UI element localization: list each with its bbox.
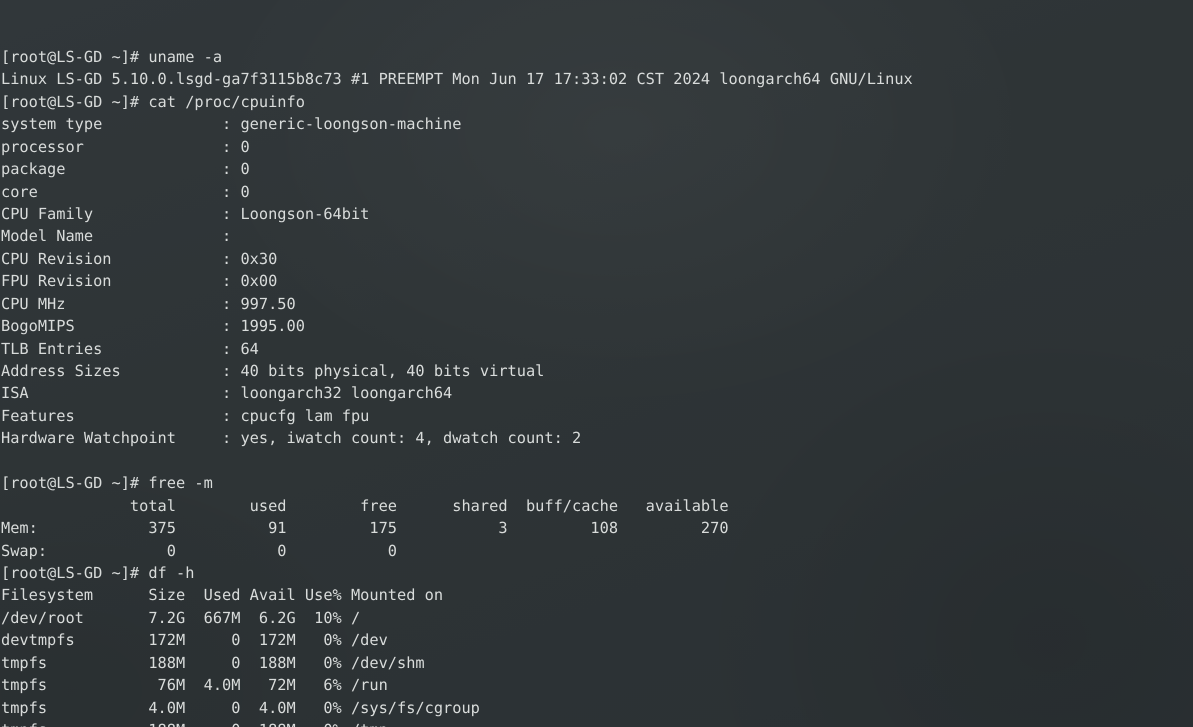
terminal-line: Address Sizes : 40 bits physical, 40 bit… <box>1 362 545 381</box>
terminal-line: Features : cpucfg lam fpu <box>1 406 370 425</box>
terminal-line: Linux LS-GD 5.10.0.lsgd-ga7f3115b8c73 #1… <box>1 70 913 89</box>
terminal-line: TLB Entries : 64 <box>1 339 259 358</box>
terminal-line: ISA : loongarch32 loongarch64 <box>1 384 453 403</box>
terminal-scrollback: [root@LS-GD ~]# uname -a Linux LS-GD 5.10… <box>1 46 913 727</box>
terminal-line: /dev/root 7.2G 667M 6.2G 10% / <box>1 608 361 627</box>
terminal-line: Model Name : <box>1 227 232 246</box>
terminal-line: Swap: 0 0 0 <box>1 541 398 560</box>
terminal-line: CPU Revision : 0x30 <box>1 249 278 268</box>
terminal-line: tmpfs 188M 0 188M 0% /dev/shm <box>1 653 425 672</box>
terminal-line: Hardware Watchpoint : yes, iwatch count:… <box>1 429 582 448</box>
terminal-line: Mem: 375 91 175 3 108 270 <box>1 519 729 538</box>
terminal-line: processor : 0 <box>1 137 250 156</box>
terminal-line: Filesystem Size Used Avail Use% Mounted … <box>1 586 444 605</box>
terminal-line: CPU MHz : 997.50 <box>1 294 296 313</box>
terminal-line: tmpfs 76M 4.0M 72M 6% /run <box>1 676 388 695</box>
terminal-line: total used free shared buff/cache availa… <box>1 496 729 515</box>
terminal-line: BogoMIPS : 1995.00 <box>1 317 305 336</box>
terminal-line: package : 0 <box>1 160 250 179</box>
terminal-line: CPU Family : Loongson-64bit <box>1 204 370 223</box>
terminal-line: [root@LS-GD ~]# cat /proc/cpuinfo <box>1 92 305 111</box>
terminal-line: [root@LS-GD ~]# df -h <box>1 563 195 582</box>
terminal-line: tmpfs 4.0M 0 4.0M 0% /sys/fs/cgroup <box>1 698 480 717</box>
terminal-line: core : 0 <box>1 182 250 201</box>
terminal-line: FPU Revision : 0x00 <box>1 272 278 291</box>
terminal-window[interactable]: [root@LS-GD ~]# uname -a Linux LS-GD 5.10… <box>0 0 1193 727</box>
terminal-line: devtmpfs 172M 0 172M 0% /dev <box>1 631 388 650</box>
terminal-line: [root@LS-GD ~]# uname -a <box>1 47 223 66</box>
terminal-line: tmpfs 188M 0 188M 0% /tmp <box>1 719 913 727</box>
terminal-screen[interactable]: [root@LS-GD ~]# uname -a Linux LS-GD 5.10… <box>0 0 913 727</box>
terminal-line: [root@LS-GD ~]# free -m <box>1 474 213 493</box>
terminal-line: system type : generic-loongson-machine <box>1 115 462 134</box>
